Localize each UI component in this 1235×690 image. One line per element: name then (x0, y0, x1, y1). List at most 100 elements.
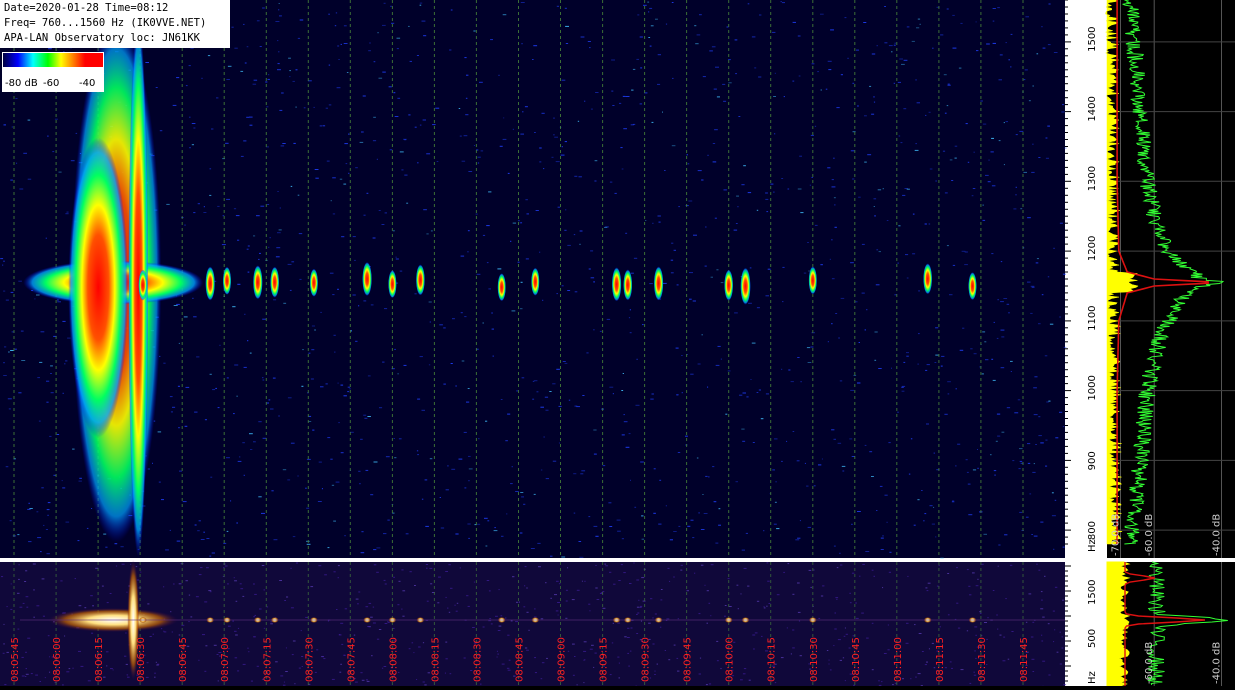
noise-dot (1004, 534, 1007, 535)
colorbar: -80 dB -60 -40 (2, 52, 104, 92)
noise-dot (148, 469, 150, 470)
lower-noise-dot (24, 581, 26, 582)
lower-noise-dot (18, 629, 20, 630)
noise-dot (201, 78, 202, 79)
noise-dot (199, 520, 201, 521)
noise-dot (186, 387, 190, 388)
noise-dot (205, 419, 207, 420)
noise-dot (298, 38, 300, 39)
noise-dot (974, 353, 977, 354)
noise-dot (72, 449, 75, 450)
noise-dot (833, 158, 835, 159)
noise-dot (384, 3, 386, 4)
noise-dot (901, 387, 904, 388)
lower-noise-dot (922, 651, 924, 652)
noise-dot (1048, 44, 1051, 45)
noise-dot (968, 484, 971, 485)
lower-noise-dot (140, 572, 141, 573)
noise-dot (245, 63, 247, 64)
noise-dot (513, 223, 516, 224)
noise-dot (1004, 164, 1005, 165)
noise-dot (705, 476, 707, 477)
noise-dot (503, 14, 507, 15)
lower-noise-dot (764, 607, 766, 608)
noise-dot (468, 230, 470, 231)
lower-noise-dot (154, 677, 155, 678)
noise-dot (47, 553, 50, 554)
lower-noise-dot (387, 621, 388, 622)
info-observatory: APA-LAN Observatory loc: JN61KK (4, 31, 230, 46)
noise-dot (223, 543, 226, 544)
noise-dot (246, 117, 249, 118)
noise-dot (333, 521, 336, 522)
noise-dot (690, 374, 693, 375)
noise-dot (363, 300, 366, 301)
lower-noise-dot (163, 586, 164, 587)
noise-dot (634, 258, 637, 259)
noise-dot (521, 2, 525, 3)
noise-dot (757, 392, 759, 393)
noise-dot (877, 45, 879, 46)
noise-dot (590, 250, 593, 251)
lower-noise-dot (339, 634, 342, 635)
noise-dot (748, 192, 751, 193)
lower-noise-dot (345, 608, 347, 609)
lower-noise-dot (232, 621, 234, 622)
noise-dot (278, 416, 280, 417)
noise-dot (953, 265, 955, 266)
lower-noise-dot (878, 680, 880, 681)
noise-dot (1014, 412, 1018, 413)
noise-dot (574, 234, 575, 235)
noise-dot (386, 456, 390, 457)
noise-dot (629, 433, 631, 434)
noise-dot (17, 534, 19, 535)
lower-noise-dot (206, 567, 209, 568)
lower-noise-dot (447, 608, 448, 609)
lower-noise-dot (850, 602, 852, 603)
lower-noise-dot (840, 660, 842, 661)
noise-dot (876, 284, 880, 285)
noise-dot (335, 25, 336, 26)
lower-noise-dot (602, 591, 604, 592)
noise-dot (364, 215, 366, 216)
noise-dot (698, 170, 702, 171)
noise-dot (620, 147, 622, 148)
noise-dot (230, 500, 231, 501)
noise-dot (212, 553, 215, 554)
lower-noise-dot (1057, 652, 1059, 653)
noise-dot (510, 241, 511, 242)
noise-dot (477, 274, 481, 275)
noise-dot (322, 488, 323, 489)
noise-dot (279, 3, 280, 4)
noise-dot (1038, 416, 1040, 417)
noise-dot (329, 65, 330, 66)
time-label: 08:09:45 (683, 637, 694, 682)
noise-dot (1035, 444, 1037, 445)
noise-dot (874, 215, 876, 216)
noise-dot (836, 107, 839, 108)
lower-noise-dot (305, 617, 308, 618)
noise-dot (37, 511, 39, 512)
noise-dot (263, 438, 267, 439)
noise-dot (332, 485, 334, 486)
lower-noise-dot (1029, 593, 1032, 594)
noise-dot (218, 407, 220, 408)
noise-dot (425, 479, 428, 480)
noise-dot (426, 233, 428, 234)
noise-dot (701, 180, 703, 181)
noise-dot (430, 458, 433, 459)
noise-dot (754, 67, 756, 68)
noise-dot (924, 513, 926, 514)
lower-noise-dot (254, 594, 257, 595)
noise-dot (332, 294, 334, 295)
noise-dot (891, 51, 892, 52)
noise-dot (743, 393, 747, 394)
noise-dot (935, 355, 938, 356)
noise-dot (716, 269, 718, 270)
noise-dot (315, 178, 318, 179)
noise-dot (506, 513, 507, 514)
noise-dot (799, 156, 802, 157)
lower-noise-dot (45, 677, 46, 678)
noise-dot (866, 309, 867, 310)
noise-dot (811, 135, 814, 136)
